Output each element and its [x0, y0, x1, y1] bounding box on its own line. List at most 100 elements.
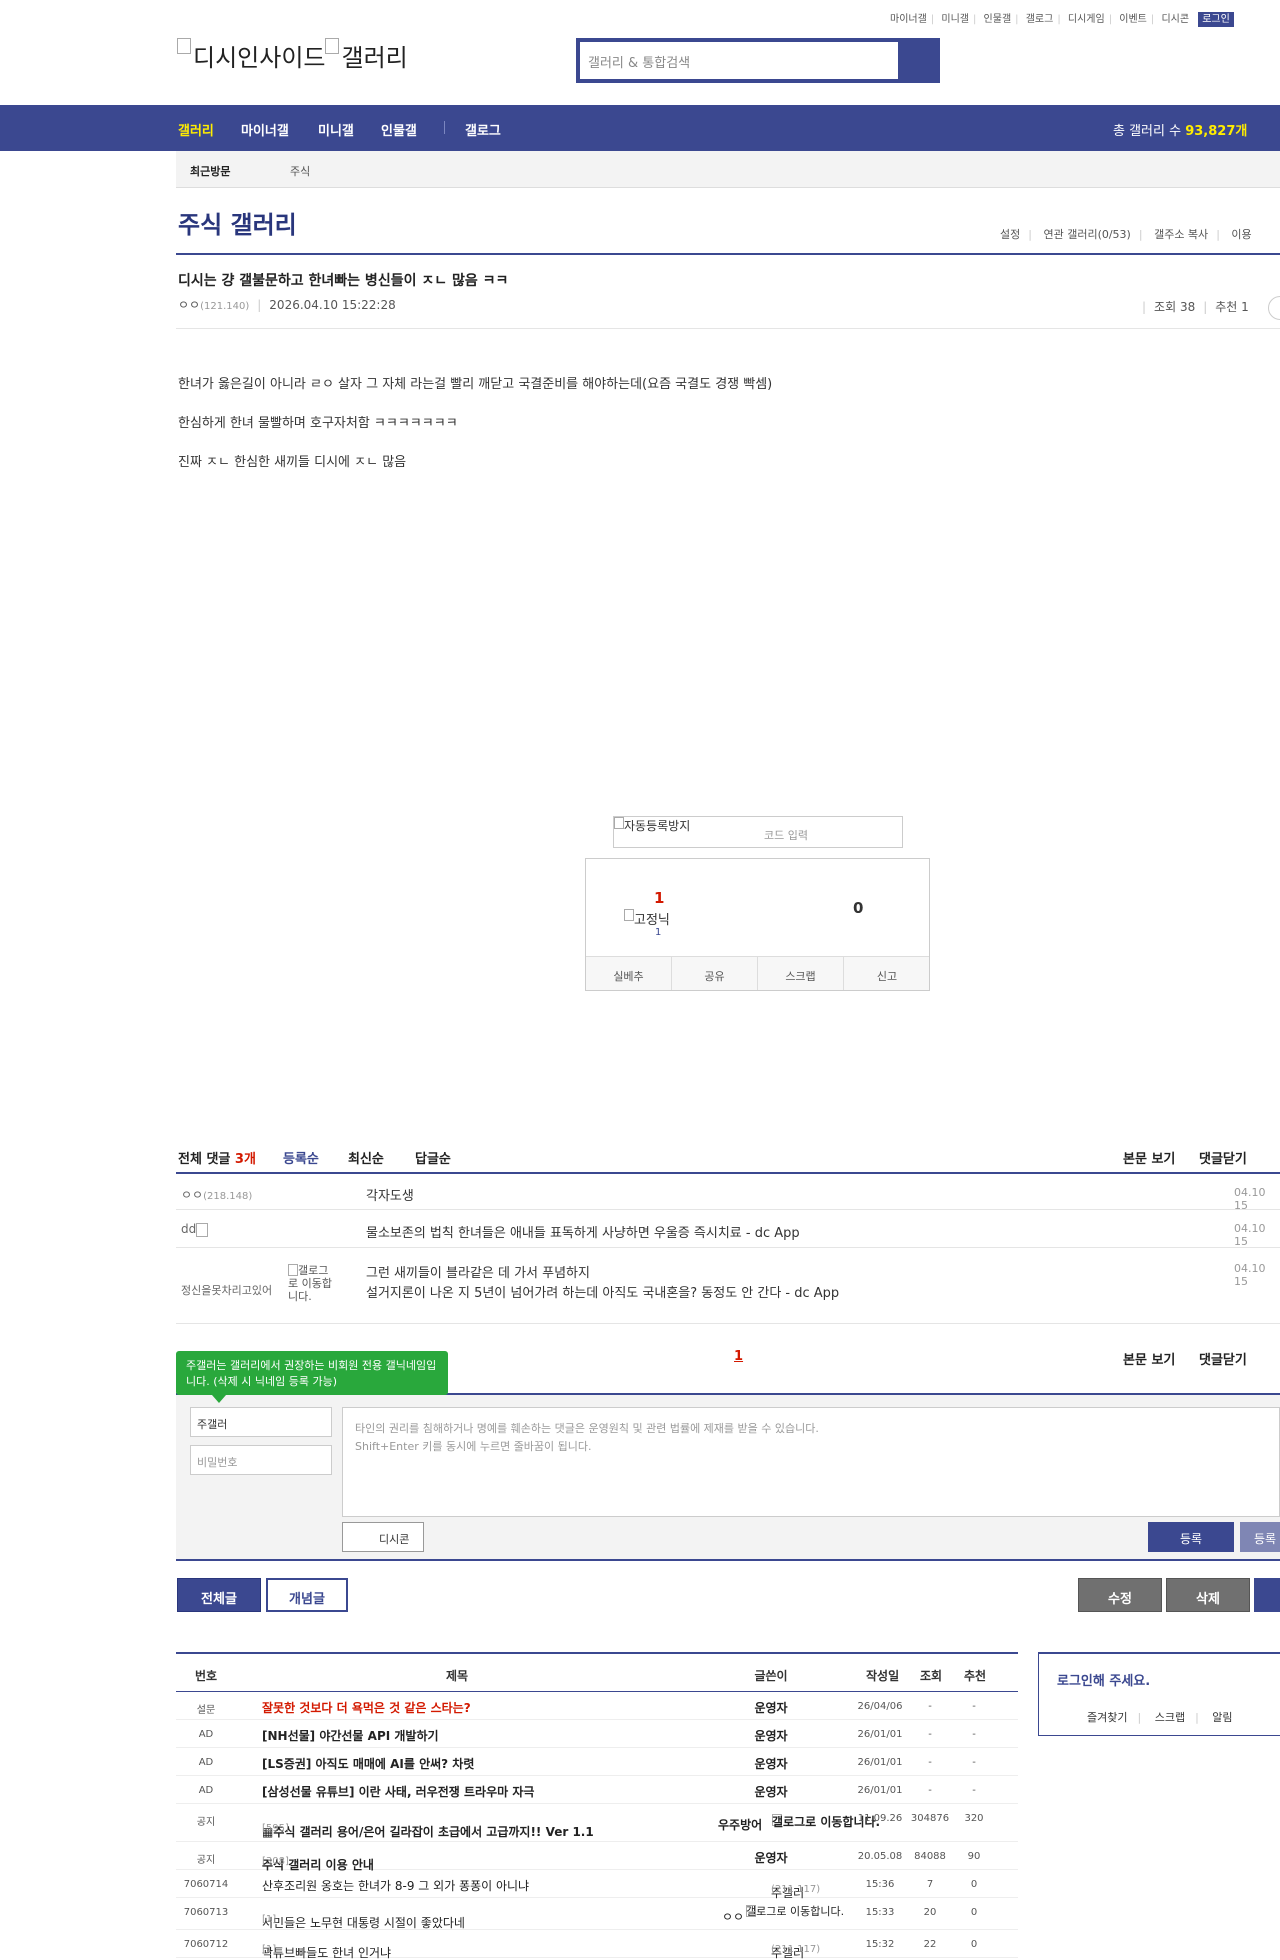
site-logo[interactable]: 디시인사이드 갤러리	[177, 38, 408, 73]
post-rec: 90	[967, 1851, 981, 1862]
gallery-title[interactable]: 주식 갤러리	[178, 205, 297, 240]
post-title-link[interactable]: [삼성선물 유튜브] 이란 사태, 러우전쟁 트라우마 자극	[262, 1783, 534, 1800]
close-comments-link-2[interactable]: 댓글닫기	[1199, 1349, 1247, 1368]
top-link-person[interactable]: 인물갤	[984, 14, 1012, 25]
report-button[interactable]: 신고	[844, 957, 930, 990]
nav-gallery[interactable]: 갤러리	[178, 120, 214, 139]
top-link-mini[interactable]: 미니갤	[941, 14, 969, 25]
comment-page-1[interactable]: 1	[734, 1349, 743, 1364]
post-writer[interactable]: 운영자	[716, 1699, 826, 1716]
recent-visit-item[interactable]: 주식	[290, 163, 310, 179]
sort-latest[interactable]: 최신순	[348, 1148, 384, 1167]
main-nav: 갤러리 마이너갤 미니갤 인물갤 갤로그 총 갤러리 수 93,827개	[0, 105, 1280, 151]
post-row[interactable]: 7060714 산후조리원 옹호는 한녀가 8-9 그 외가 퐁퐁이 아니냐 주…	[176, 1870, 1018, 1900]
post-row[interactable]: AD [삼성선물 유튜브] 이란 사태, 러우전쟁 트라우마 자극 운영자 26…	[176, 1776, 1018, 1804]
post-row[interactable]: 설문 잘못한 것보다 더 욕먹은 것 같은 스타는? 운영자 26/04/06 …	[176, 1692, 1018, 1720]
post-writer[interactable]: 운영자	[716, 1755, 826, 1772]
password-input[interactable]: 비밀번호	[190, 1445, 332, 1475]
nav-person[interactable]: 인물갤	[381, 120, 417, 139]
dccon-button[interactable]: 디시콘	[342, 1522, 424, 1552]
captcha-image: 자동등록방지	[614, 817, 690, 834]
gallery-total: 총 갤러리 수 93,827개	[1113, 124, 1248, 139]
submit-comment-button[interactable]: 등록	[1148, 1522, 1234, 1552]
post-views: 7	[926, 1879, 934, 1890]
post-row[interactable]: AD [LS증권] 아직도 매매에 AI를 안써? 차렷 운영자 26/01/0…	[176, 1748, 1018, 1776]
post-more-button[interactable]	[1268, 296, 1280, 320]
post-row[interactable]: AD [NH선물] 야간선물 API 개발하기 운영자 26/01/01 - -	[176, 1720, 1018, 1748]
post-writer[interactable]: 운영자	[716, 1849, 826, 1866]
comment-nick[interactable]: 정신을못차리고있어	[181, 1282, 272, 1298]
recommended-posts-button[interactable]: 개념글	[266, 1578, 348, 1612]
post-row[interactable]: 7060713 서민들은 노무현 대통령 시절이 좋았다네 [1] ㅇㅇ 갤로그…	[176, 1898, 1018, 1930]
post-paragraph: 한심하게 한녀 물빨하며 호구자처함 ㅋㅋㅋㅋㅋㅋㅋ	[178, 416, 458, 431]
reply-count: [595]	[262, 1823, 289, 1834]
top-link-minor[interactable]: 마이너갤	[890, 14, 927, 25]
recent-visit-label[interactable]: 최근방문	[190, 163, 230, 179]
favorites-link[interactable]: 즐겨찾기	[1087, 1711, 1127, 1724]
delete-button[interactable]: 삭제	[1166, 1578, 1250, 1612]
col-views: 조회	[920, 1669, 943, 1683]
view-post-link-2[interactable]: 본문 보기	[1123, 1349, 1175, 1368]
copy-gallery-url[interactable]: 갤주소 복사	[1154, 228, 1208, 241]
sort-replies[interactable]: 답글순	[415, 1148, 451, 1167]
write-button[interactable]	[1254, 1578, 1280, 1612]
comment-text: 물소보존의 법칙 한녀들은 애내들 표독하게 사냥하면 우울증 즉시치료 - d…	[366, 1226, 800, 1241]
post-title-link[interactable]: [LS증권] 아직도 매매에 AI를 안써? 차렷	[262, 1755, 474, 1772]
post-row[interactable]: 공지 주식 갤러리 이용 안내 [308] 운영자 20.05.08 84088…	[176, 1842, 1018, 1872]
nav-minor[interactable]: 마이너갤	[241, 120, 289, 139]
post-writer[interactable]: 우주방어	[718, 1816, 762, 1833]
nav-mini[interactable]: 미니갤	[318, 120, 354, 139]
nav-gallog[interactable]: 갤로그	[465, 120, 501, 139]
edit-button[interactable]: 수정	[1078, 1578, 1162, 1612]
broken-image-icon	[624, 909, 634, 921]
nick-input[interactable]: 주갤러	[190, 1407, 332, 1437]
submit-recommend-button[interactable]: 등록	[1240, 1522, 1280, 1552]
scrap-link[interactable]: 스크랩	[1155, 1711, 1185, 1724]
comments-total: 전체 댓글 3개	[178, 1152, 256, 1167]
fixed-nick-upvote[interactable]: 고정닉	[624, 909, 670, 928]
all-posts-button[interactable]: 전체글	[177, 1578, 261, 1612]
top-link-gallog[interactable]: 갤로그	[1026, 14, 1054, 25]
post-list: 번호 제목 글쓴이 작성일 조회 추천 설문 잘못한 것보다 더 욕먹은 것 같…	[176, 1652, 1018, 1960]
gallery-usage[interactable]: 이용	[1231, 228, 1251, 241]
silbe-recommend-button[interactable]: 실베추	[586, 957, 672, 990]
reply-count: [1]	[262, 1944, 277, 1955]
scrap-button[interactable]: 스크랩	[758, 957, 844, 990]
comment-nick[interactable]: dd	[181, 1222, 209, 1237]
sort-registered[interactable]: 등록순	[283, 1148, 319, 1167]
post-author[interactable]: ㅇㅇ	[178, 298, 200, 312]
col-no: 번호	[194, 1669, 218, 1683]
gallery-menu: 설정 | 연관 갤러리(0/53) | 갤주소 복사 | 이용	[1000, 228, 1252, 241]
post-no: 7060713	[183, 1907, 229, 1918]
post-writer[interactable]: 운영자	[716, 1783, 826, 1800]
top-link-event[interactable]: 이벤트	[1119, 14, 1147, 25]
notifications-link[interactable]: 알림	[1212, 1711, 1232, 1724]
post-writer[interactable]: 운영자	[716, 1727, 826, 1744]
post-rec: 0	[970, 1907, 978, 1918]
gallery-settings[interactable]: 설정	[1000, 228, 1020, 241]
search-input[interactable]: 갤러리 & 통합검색	[580, 42, 898, 79]
top-link-game[interactable]: 디시게임	[1068, 14, 1105, 25]
broken-image-icon	[614, 817, 624, 829]
comment-textarea[interactable]: 타인의 권리를 침해하거나 명예를 훼손하는 댓글은 운영원칙 및 관련 법률에…	[342, 1407, 1280, 1517]
post-row[interactable]: 공지 ▦주식 갤러리 용어/은어 길라잡이 초급에서 고급까지!! Ver 1.…	[176, 1804, 1018, 1842]
captcha-code-input[interactable]: 코드 입력	[764, 827, 808, 843]
post-views: 20	[923, 1907, 937, 1918]
post-title-link[interactable]: 잘못한 것보다 더 욕먹은 것 같은 스타는?	[262, 1699, 471, 1716]
login-button[interactable]: 로그인	[1198, 12, 1234, 27]
view-post-link[interactable]: 본문 보기	[1123, 1148, 1175, 1167]
login-prompt[interactable]: 로그인해 주세요.	[1057, 1670, 1150, 1689]
post-row[interactable]: 7060712 곽튜브빠들도 한녀 인거냐 [1] 주갤러 (211.117) …	[176, 1930, 1018, 1960]
related-galleries[interactable]: 연관 갤러리(0/53)	[1043, 228, 1130, 241]
post-title-link[interactable]: [NH선물] 야간선물 API 개발하기	[262, 1727, 439, 1744]
post-rec: 0	[970, 1879, 978, 1890]
top-link-dccon[interactable]: 디시콘	[1161, 14, 1189, 25]
post-author-ip: (121.140)	[200, 301, 250, 312]
close-comments-link[interactable]: 댓글닫기	[1199, 1148, 1247, 1167]
gallog-image[interactable]: 갤로그로 이동합니다.	[288, 1264, 334, 1303]
share-button[interactable]: 공유	[672, 957, 758, 990]
post-title-link[interactable]: 산후조리원 옹호는 한녀가 8-9 그 외가 퐁퐁이 아니냐	[262, 1877, 529, 1894]
comment-nick[interactable]: ㅇㅇ(218.148)	[181, 1186, 252, 1203]
post-views: 22	[923, 1939, 937, 1950]
post-writer[interactable]: ㅇㅇ	[722, 1908, 744, 1925]
